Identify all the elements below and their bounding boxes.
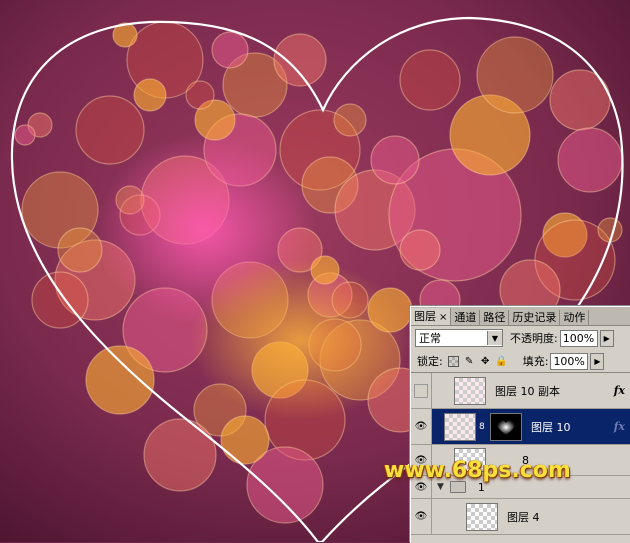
fill-field[interactable]: 100% — [550, 352, 589, 370]
bokeh-circle — [185, 80, 215, 110]
blend-mode-value: 正常 — [419, 332, 441, 345]
bokeh-circle — [85, 345, 155, 415]
layer-thumbnail — [466, 502, 498, 531]
bokeh-circle — [399, 49, 461, 111]
layers-panel: 图层 × 通道 路径 历史记录 动作 正常 ▼ 不透明度: 100% ▶ 锁定: … — [410, 306, 630, 543]
lock-brush-icon[interactable]: ✎ — [464, 356, 475, 367]
opacity-label: 不透明度: — [510, 332, 558, 345]
eye-icon[interactable]: 👁 — [411, 499, 432, 534]
hidden-box-icon[interactable] — [414, 383, 428, 398]
lock-label: 锁定: — [417, 355, 443, 368]
panel-tabs: 图层 × 通道 路径 历史记录 动作 — [411, 307, 630, 326]
bokeh-circle — [557, 127, 623, 193]
fx-icon[interactable]: fx — [614, 420, 625, 433]
bokeh-circle — [143, 418, 217, 492]
tab-channels[interactable]: 通道 — [451, 310, 481, 325]
bokeh-circle — [133, 78, 167, 112]
layer-name: 图层 10 副本 — [495, 384, 560, 398]
layer-row-10[interactable]: 👁 8 图层 10 fx — [411, 409, 630, 445]
watermark-text: www.68ps.com — [384, 458, 571, 483]
chevron-down-icon[interactable]: ▼ — [437, 482, 444, 492]
lock-all-icon[interactable]: 🔒 — [495, 356, 507, 367]
bokeh-circle — [333, 103, 367, 137]
opacity-field[interactable]: 100% — [559, 329, 598, 347]
fx-icon[interactable]: fx — [614, 384, 625, 397]
fill-arrow-icon[interactable]: ▶ — [590, 352, 605, 370]
chevron-down-icon[interactable]: ▼ — [487, 331, 502, 345]
tab-layers[interactable]: 图层 × — [411, 308, 452, 325]
opacity-arrow-icon[interactable]: ▶ — [599, 329, 614, 347]
bokeh-circle — [370, 135, 420, 185]
bokeh-circle — [476, 36, 554, 114]
bokeh-circle — [75, 95, 145, 165]
blend-mode-select[interactable]: 正常 ▼ — [415, 329, 503, 347]
tab-actions[interactable]: 动作 — [560, 310, 590, 325]
fill-label: 填充: — [522, 355, 549, 368]
close-icon[interactable]: × — [439, 312, 447, 323]
layer-row-4[interactable]: 👁 图层 4 — [411, 499, 630, 535]
tab-paths[interactable]: 路径 — [480, 310, 510, 325]
visibility-toggle[interactable] — [411, 373, 432, 408]
bokeh-circle — [14, 124, 36, 146]
chain-link-icon[interactable]: 8 — [479, 422, 487, 432]
layer-mask-thumbnail[interactable] — [490, 412, 522, 441]
lock-move-icon[interactable]: ✥ — [480, 356, 491, 367]
heart-mask-icon — [496, 419, 516, 435]
layer-name: 图层 10 — [531, 420, 571, 434]
tab-history[interactable]: 历史记录 — [509, 310, 561, 325]
bokeh-circle — [399, 229, 441, 271]
layer-name: 图层 4 — [507, 510, 540, 524]
bokeh-circle — [211, 31, 249, 69]
eye-icon[interactable]: 👁 — [411, 409, 432, 444]
bokeh-circle — [273, 33, 327, 87]
layer-row-10-copy[interactable]: 图层 10 副本 fx — [411, 373, 630, 409]
layer-thumbnail — [454, 376, 486, 405]
tab-layers-label: 图层 — [414, 310, 436, 323]
bokeh-circle — [220, 415, 270, 465]
lock-transparency-icon[interactable] — [447, 355, 459, 367]
layer-thumbnail — [444, 412, 476, 441]
